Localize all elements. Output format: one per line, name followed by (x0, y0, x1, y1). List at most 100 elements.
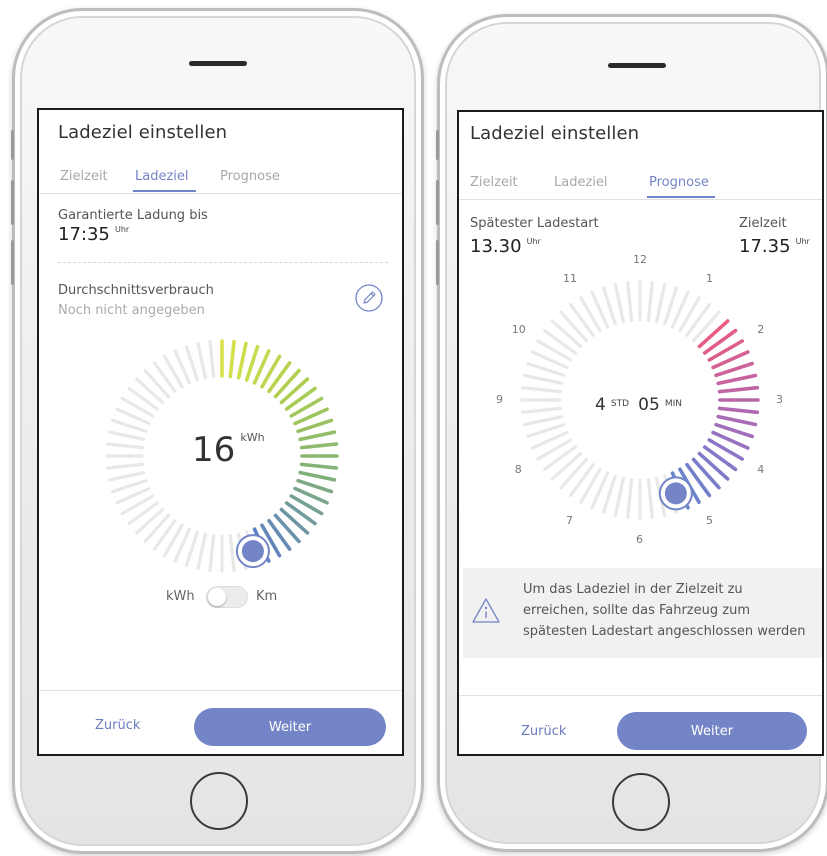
dial-handle[interactable] (658, 476, 693, 511)
dial-handle[interactable] (235, 534, 270, 569)
dial-value: 16 (192, 430, 236, 470)
side-button-left-3 (11, 240, 14, 285)
dial-tick-active (717, 406, 760, 415)
dial-readout: 16 kWh (192, 430, 265, 470)
latest-start-label: Spätester Ladestart (470, 216, 599, 231)
tab-zielzeit[interactable]: Zielzeit (60, 169, 108, 184)
target-time-unit: Uhr (795, 237, 810, 246)
back-button[interactable]: Zurück (95, 718, 140, 733)
latest-start-unit: Uhr (526, 237, 541, 246)
clock-hour-label: 11 (563, 271, 577, 285)
clock-hour-label: 1 (706, 271, 713, 285)
dial-tick (569, 463, 595, 498)
home-button-right[interactable] (612, 773, 670, 831)
dial-tick (107, 430, 146, 441)
guarantee-value: 17:35 Uhr (58, 224, 129, 245)
clock-hour-label: 8 (514, 463, 522, 476)
side-button-right-2 (436, 180, 439, 225)
dial-tick-active (298, 430, 337, 442)
active-tab-underline (647, 196, 715, 198)
dial-tick-active (697, 319, 730, 349)
dial-tick (655, 282, 667, 324)
target-time-value: 17.35 Uhr (739, 236, 810, 257)
unit-toggle[interactable] (206, 586, 248, 608)
dial-tick (107, 471, 146, 482)
dial-tick (522, 373, 564, 385)
clock-hour-label: 12 (633, 253, 647, 266)
dial-tick-active (236, 341, 248, 380)
dial-tick-active (716, 414, 758, 427)
dial-tick-active (296, 418, 334, 434)
side-button-right-3 (436, 240, 439, 285)
toggle-right-label: Km (256, 589, 278, 604)
screen-right: Ladeziel einstellen Zielzeit Ladeziel Pr… (457, 110, 824, 756)
dial-tick (626, 281, 634, 323)
duration-minutes-unit: MIN (664, 399, 683, 409)
clock-hour-label: 7 (566, 514, 573, 528)
dial-tick (550, 451, 583, 481)
info-line-3: spätesten Ladestart angeschlossen werden (523, 624, 806, 639)
clock-hour-label: 4 (757, 463, 765, 476)
duration-readout: 4 STD 05 MIN (595, 395, 682, 415)
dial-tick (184, 345, 199, 382)
dial-tick (111, 418, 148, 433)
side-button-right-1 (436, 130, 439, 160)
dial-tick-active (697, 451, 730, 481)
clock-hour-label: 3 (776, 393, 783, 406)
dial-tick-active (716, 373, 758, 386)
dial-tick (646, 281, 654, 323)
pencil-icon[interactable] (355, 284, 383, 312)
guarantee-label: Garantierte Ladung bis (58, 208, 208, 223)
dial-tick-active (717, 385, 760, 394)
target-time: 17.35 (739, 236, 791, 257)
footer-divider (459, 695, 822, 696)
dial-tick (208, 340, 216, 379)
toggle-left-label: kWh (166, 589, 195, 604)
latest-start-time: 13.30 (470, 236, 522, 257)
dial-tick (613, 476, 625, 518)
dial-tick (134, 377, 165, 405)
tab-ladeziel[interactable]: Ladeziel (135, 169, 189, 184)
dial-tick (522, 415, 564, 427)
dial-tick (646, 477, 654, 519)
dial-tick (691, 310, 721, 343)
consumption-label: Durchschnittsverbrauch (58, 283, 214, 298)
tabs-divider (459, 199, 822, 200)
dial-tick (143, 368, 171, 399)
clock-hour-label: 10 (511, 323, 526, 336)
dial-tick (521, 386, 563, 394)
next-button[interactable]: Weiter (617, 712, 807, 750)
dial-tick (208, 533, 216, 572)
back-button[interactable]: Zurück (521, 724, 566, 739)
speaker-left (189, 61, 247, 66)
target-time-label: Zielzeit (739, 216, 787, 231)
tab-zielzeit[interactable]: Zielzeit (470, 175, 518, 190)
next-button[interactable]: Weiter (194, 708, 386, 746)
guarantee-time: 17:35 (58, 224, 110, 245)
footer-divider (39, 690, 402, 691)
active-tab-underline (133, 190, 196, 192)
duration-hours: 4 (595, 395, 606, 415)
dial-tick-active (296, 478, 334, 494)
dial-tick (521, 406, 563, 414)
warning-triangle-icon (471, 596, 501, 626)
tab-prognose[interactable]: Prognose (220, 169, 280, 184)
tab-ladeziel[interactable]: Ladeziel (554, 175, 608, 190)
duration-minutes: 05 (638, 395, 660, 415)
duration-hours-unit: STD (610, 399, 630, 409)
dial-tick (196, 341, 207, 380)
home-button-left[interactable] (190, 772, 248, 830)
dial-tick (569, 302, 595, 337)
info-box: Um das Ladeziel in der Zielzeit zu errei… (463, 568, 822, 658)
tab-prognose[interactable]: Prognose (649, 175, 709, 190)
dial-tick (559, 457, 589, 490)
dial-tick (196, 532, 207, 571)
dial-tick (542, 445, 577, 471)
dial-tick-active (244, 344, 260, 382)
dial-tick (134, 507, 165, 535)
section-divider (58, 262, 388, 263)
dial-tick-active (298, 470, 337, 482)
speaker-right (608, 63, 666, 68)
clock-hour-label: 2 (757, 323, 765, 336)
dial-tick (106, 462, 145, 470)
